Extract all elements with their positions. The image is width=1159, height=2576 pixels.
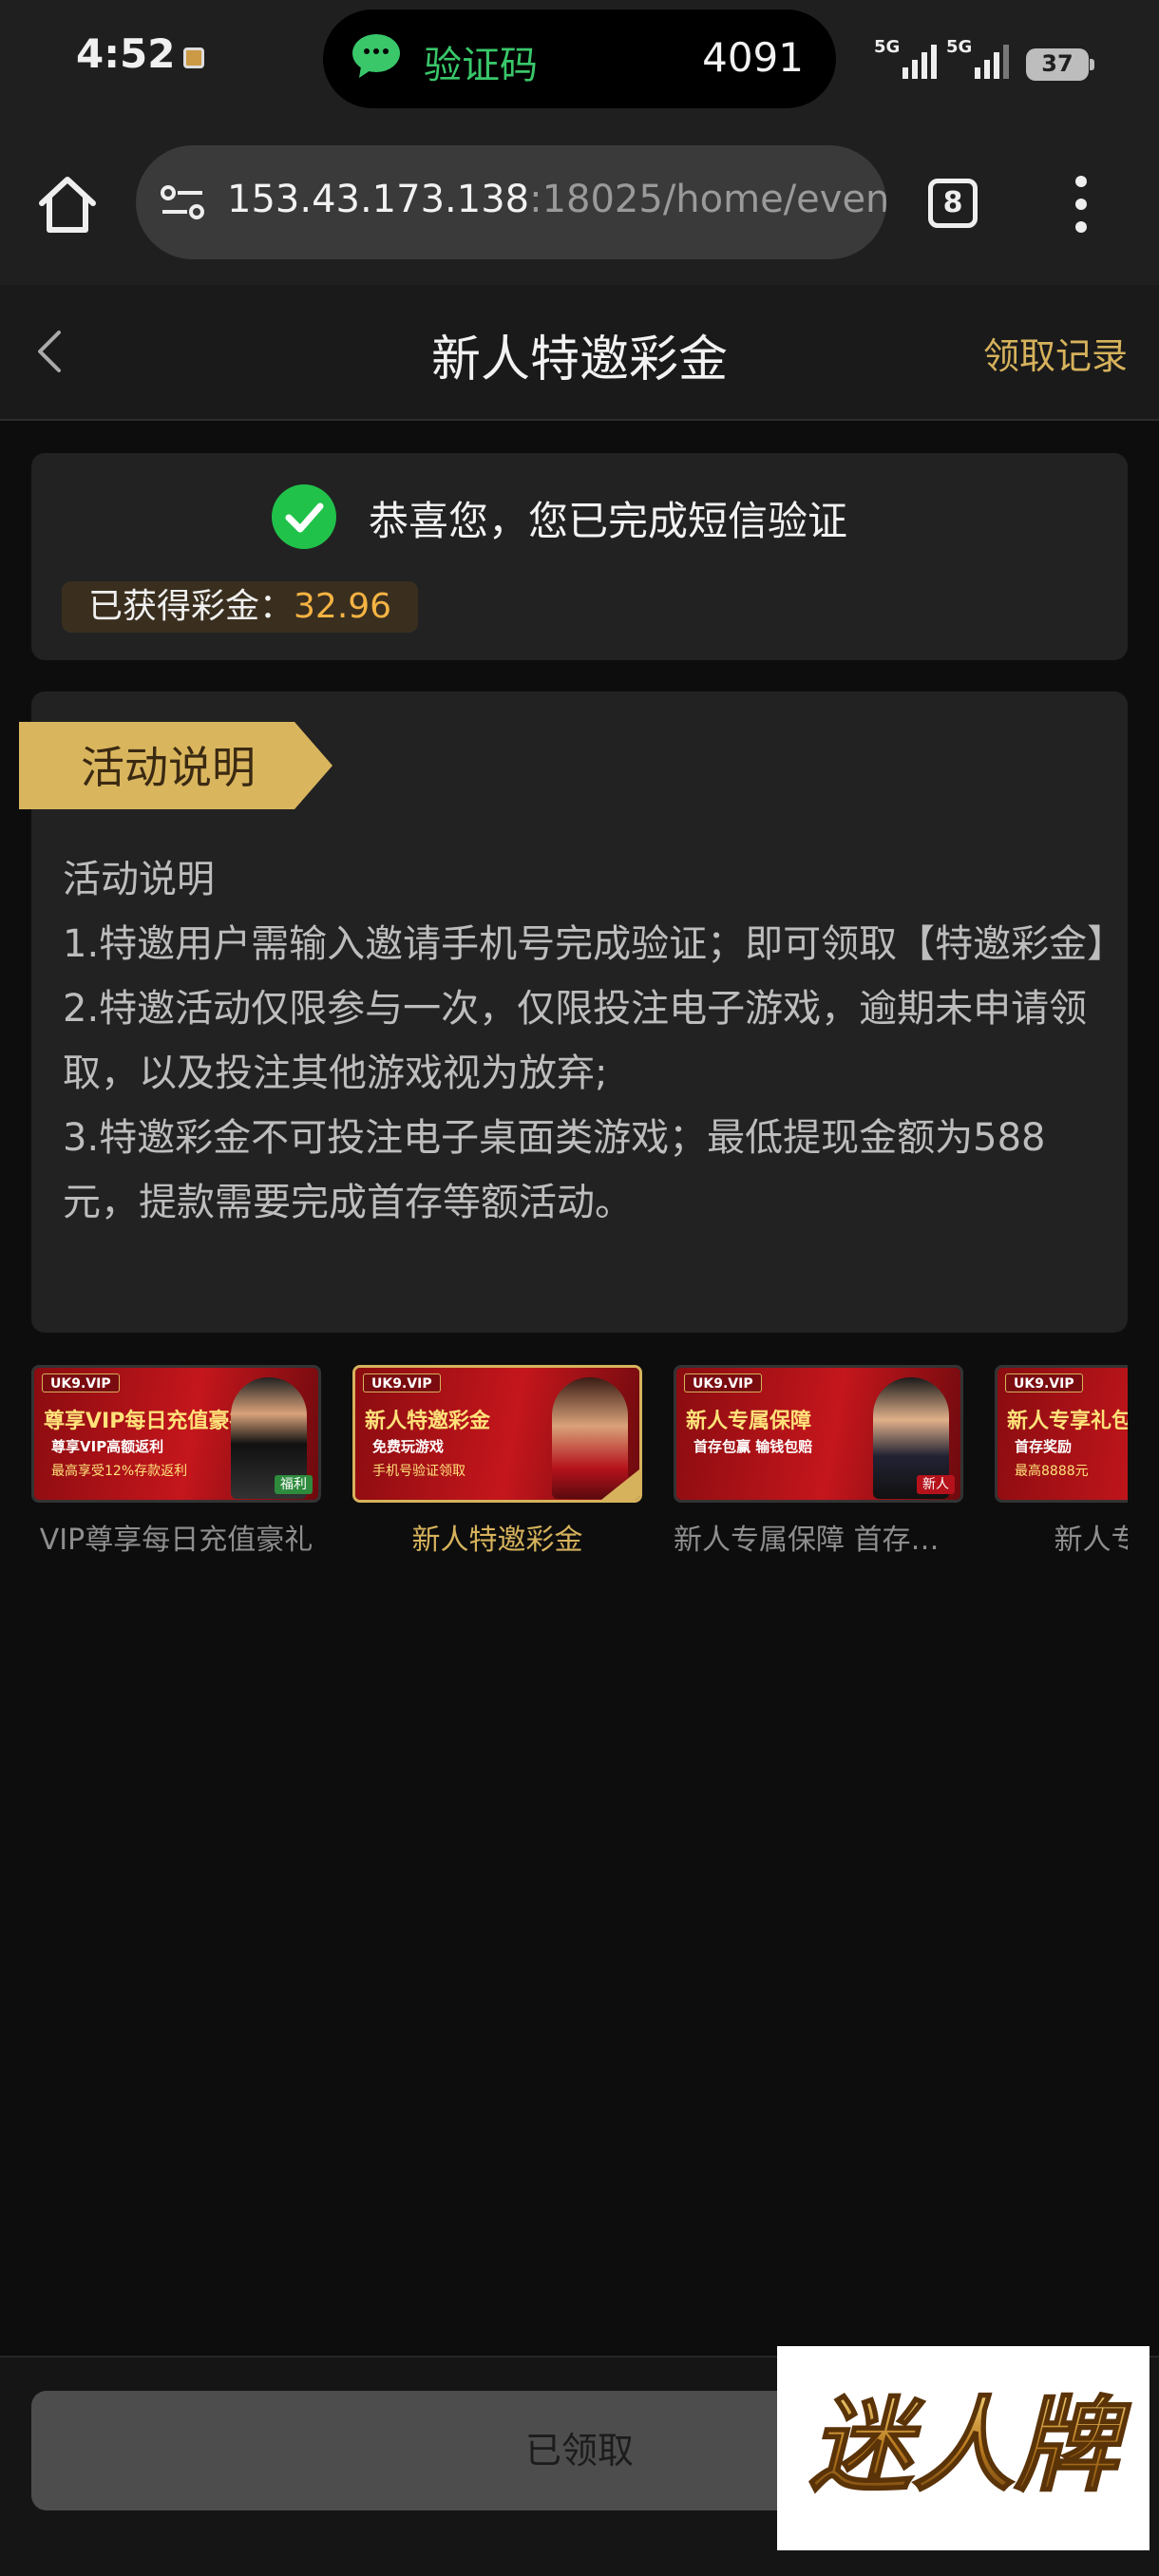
battery-icon: 37	[1026, 48, 1094, 81]
promo-banner-newcomer-gift[interactable]: UK9.VIP 新人专享礼包 首存奖励 最高8888元 新人专享礼包	[995, 1365, 1128, 1555]
notification-pill[interactable]: 验证码 4091	[323, 9, 836, 108]
earned-amount: 32.96	[294, 587, 392, 626]
url-path: :18025/home/event/c	[529, 178, 886, 221]
banner-badge: 新人	[917, 1475, 955, 1494]
notification-code: 4091	[702, 34, 804, 81]
banner-label: 新人特邀彩金	[411, 1524, 583, 1555]
home-icon[interactable]	[34, 171, 101, 237]
watermark-logo: 迷人牌	[777, 2346, 1150, 2550]
page-header: 新人特邀彩金 领取记录	[0, 285, 1159, 421]
banner-label: 新人专享礼包	[1054, 1524, 1129, 1555]
banner-subtitle-2: 最高享受12%存款返利	[51, 1464, 188, 1479]
battery-level: 37	[1041, 50, 1074, 77]
verification-success-card: 恭喜您，您已完成短信验证 已获得彩金：32.96	[31, 453, 1128, 660]
banner-subtitle: 免费玩游戏	[372, 1438, 445, 1455]
banner-label: 新人专属保障 首存包赢 输钱包赔	[674, 1524, 963, 1555]
promo-banner-invite-bonus[interactable]: UK9.VIP 新人特邀彩金 免费玩游戏 手机号验证领取 新人特邀彩金	[352, 1365, 642, 1555]
signal-icon: 5G	[946, 37, 1009, 81]
check-circle-icon	[272, 484, 336, 549]
promo-banner-vip[interactable]: UK9.VIP 尊享VIP每日充值豪礼 尊享VIP高额返利 最高享受12%存款返…	[31, 1365, 321, 1555]
earned-label: 已获得彩金：	[88, 587, 294, 626]
banner-subtitle-2: 最高8888元	[1015, 1464, 1089, 1479]
status-time: 4:52	[76, 30, 176, 77]
rule-item: 2.特邀活动仅限参与一次，仅限投注电子游戏，逾期未申请领取，以及投注其他游戏视为…	[63, 987, 1088, 1095]
promo-banner-image[interactable]: UK9.VIP 新人专属保障 首存包赢 输钱包赔 新人	[674, 1365, 963, 1503]
status-indicators: 5G 5G 37	[874, 33, 1094, 81]
ribbon-label: 活动说明	[81, 742, 256, 793]
banner-title: 新人特邀彩金	[365, 1410, 491, 1433]
claim-records-link[interactable]: 领取记录	[983, 327, 1128, 379]
notification-title: 验证码	[424, 44, 538, 87]
banner-badge: 福利	[275, 1475, 313, 1494]
rule-item: 3.特邀彩金不可投注电子桌面类游戏；最低提现金额为588元，提款需要完成首存等额…	[63, 1116, 1046, 1224]
banner-tag: UK9.VIP	[363, 1373, 441, 1392]
banner-tag: UK9.VIP	[684, 1373, 762, 1392]
banner-subtitle-2: 手机号验证领取	[372, 1464, 466, 1479]
tab-switcher-button[interactable]: 8	[928, 179, 978, 228]
watermark-text: 迷人牌	[809, 2387, 1131, 2506]
site-settings-icon[interactable]	[159, 183, 206, 221]
banner-subtitle: 尊享VIP高额返利	[51, 1438, 164, 1455]
promo-banner-newcomer-guarantee[interactable]: UK9.VIP 新人专属保障 首存包赢 输钱包赔 新人 新人专属保障 首存包赢 …	[674, 1365, 963, 1555]
promo-person-image	[552, 1377, 628, 1499]
browser-menu-icon[interactable]	[1074, 176, 1089, 233]
address-bar[interactable]: 153.43.173.138:18025/home/event/c	[136, 145, 886, 259]
banner-tag: UK9.VIP	[42, 1373, 120, 1392]
banner-title: 新人专属保障	[686, 1410, 812, 1433]
banner-title: 尊享VIP每日充值豪礼	[44, 1410, 251, 1433]
earned-bonus-badge: 已获得彩金：32.96	[62, 581, 419, 633]
banner-subtitle: 首存奖励	[1015, 1438, 1073, 1455]
rule-item: 1.特邀用户需输入邀请手机号完成验证；即可领取【特邀彩金】	[63, 922, 1126, 966]
promo-banner-image[interactable]: UK9.VIP 新人特邀彩金 免费玩游戏 手机号验证领取	[352, 1365, 642, 1503]
wechat-icon	[352, 34, 400, 78]
url-text: 153.43.173.138:18025/home/event/c	[227, 178, 886, 221]
rules-title: 活动说明	[63, 858, 215, 901]
banner-tag: UK9.VIP	[1005, 1373, 1083, 1392]
banner-subtitle: 首存包赢 输钱包赔	[694, 1438, 813, 1455]
promo-banner-image[interactable]: UK9.VIP 新人专享礼包 首存奖励 最高8888元	[995, 1365, 1128, 1503]
activity-description-card: 活动说明 活动说明 1.特邀用户需输入邀请手机号完成验证；即可领取【特邀彩金】 …	[19, 691, 1128, 1333]
url-host: 153.43.173.138	[227, 178, 530, 221]
browser-toolbar: 153.43.173.138:18025/home/event/c 8	[0, 119, 1159, 285]
promo-banner-image[interactable]: UK9.VIP 尊享VIP每日充值豪礼 尊享VIP高额返利 最高享受12%存款返…	[31, 1365, 321, 1503]
promo-carousel[interactable]: UK9.VIP 尊享VIP每日充值豪礼 尊享VIP高额返利 最高享受12%存款返…	[31, 1365, 1128, 1555]
notification-app-icon	[183, 47, 204, 68]
status-bar: 4:52 验证码 4091 5G 5G 37	[0, 0, 1159, 119]
success-message: 恭喜您，您已完成短信验证	[369, 498, 848, 544]
signal-icon: 5G	[874, 37, 937, 81]
activity-rules: 活动说明 1.特邀用户需输入邀请手机号完成验证；即可领取【特邀彩金】 2.特邀活…	[63, 847, 1126, 1235]
banner-label: VIP尊享每日充值豪礼	[39, 1524, 314, 1555]
banner-title: 新人专享礼包	[1007, 1410, 1128, 1433]
